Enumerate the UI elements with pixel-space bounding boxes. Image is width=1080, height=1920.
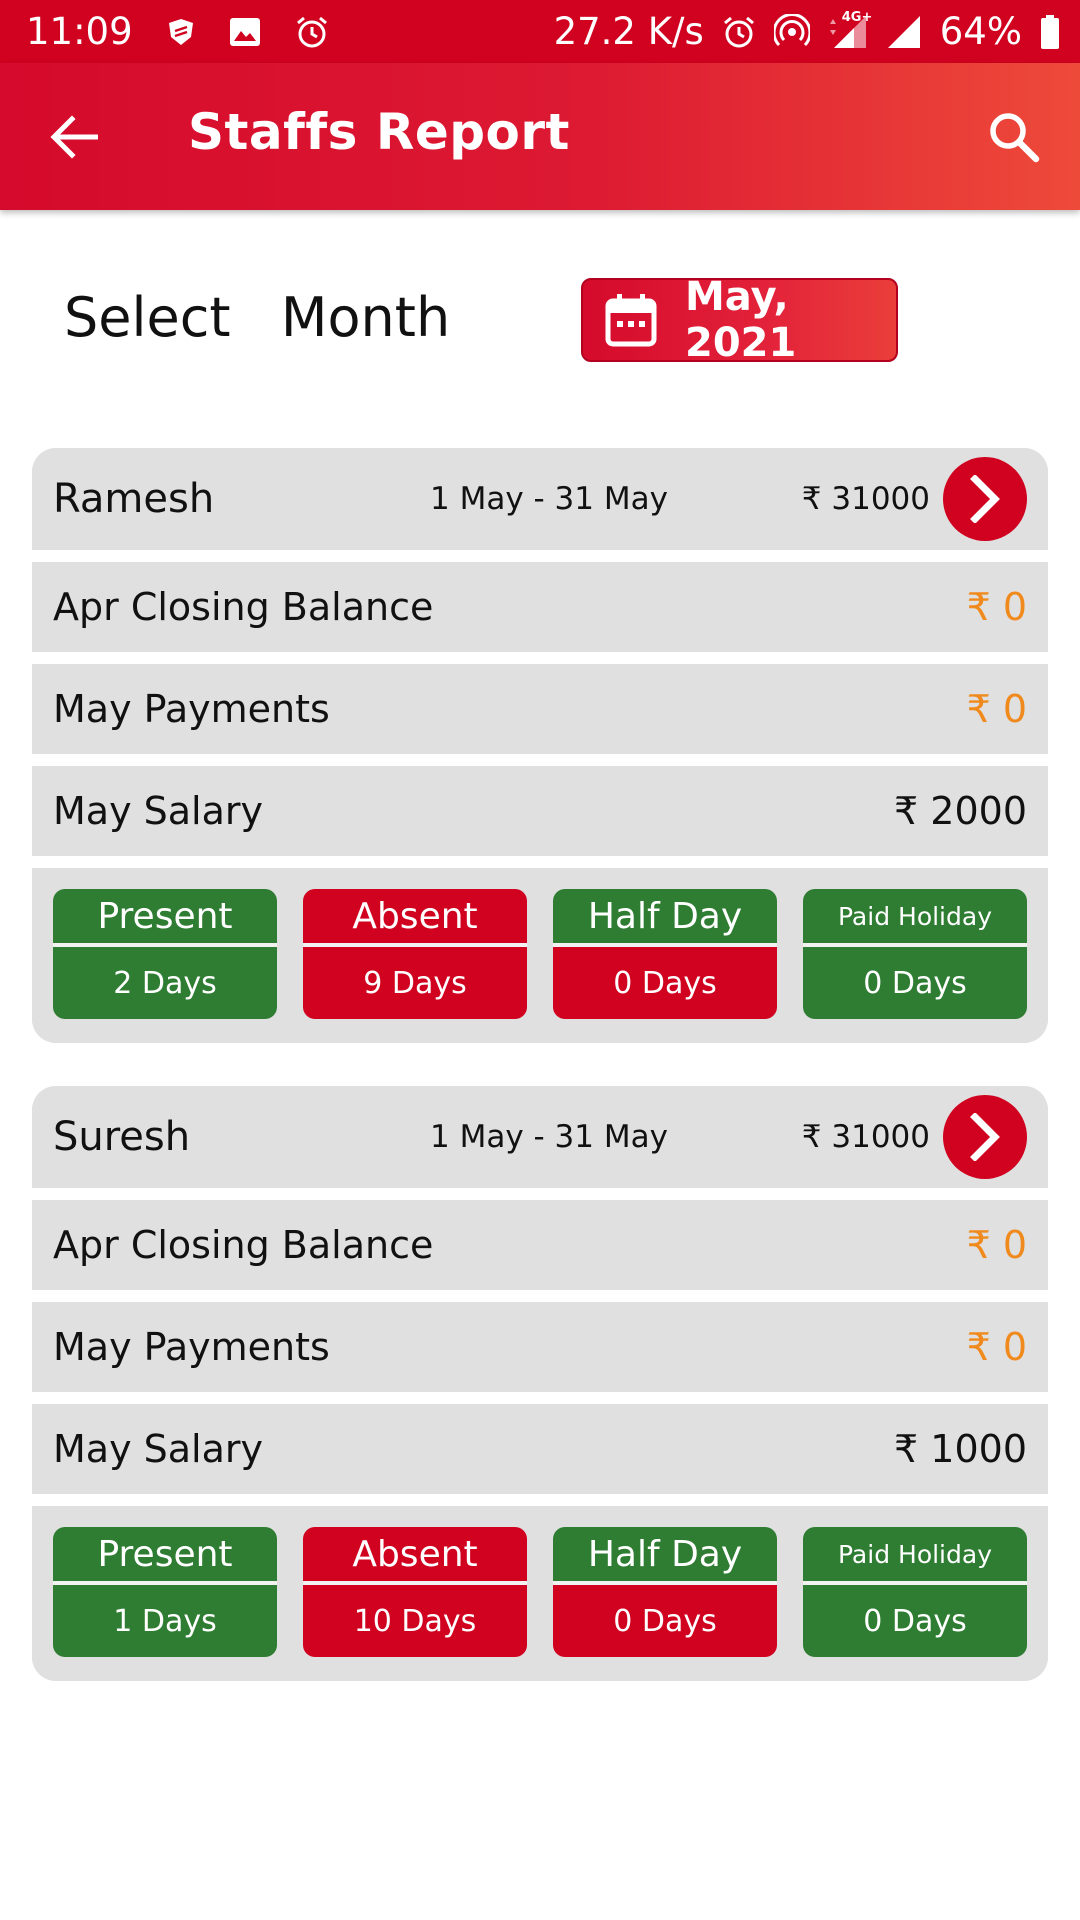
- divider: [32, 754, 1048, 766]
- selected-month: May, 2021: [685, 274, 797, 366]
- back-arrow-icon[interactable]: [44, 107, 104, 167]
- closing-balance-label: Apr Closing Balance: [53, 1223, 434, 1267]
- signal-icon: 4G+: [828, 10, 872, 50]
- payments-label: May Payments: [53, 1325, 330, 1369]
- payments-value: ₹ 0: [966, 687, 1027, 731]
- salary-value: ₹ 1000: [894, 1427, 1027, 1471]
- shield-icon: [167, 17, 195, 47]
- attendance-present: Present 1 Days: [53, 1527, 277, 1657]
- divider: [32, 1290, 1048, 1302]
- attendance-paid-holiday: Paid Holiday 0 Days: [803, 889, 1027, 1019]
- staff-amount: ₹ 31000: [801, 481, 930, 517]
- attendance-label: Half Day: [553, 889, 777, 943]
- closing-balance-label: Apr Closing Balance: [53, 585, 434, 629]
- attendance-value: 0 Days: [803, 1585, 1027, 1657]
- salary-label: May Salary: [53, 1427, 264, 1471]
- divider: [32, 1188, 1048, 1200]
- attendance-label: Paid Holiday: [803, 1527, 1027, 1581]
- alarm-icon: [295, 15, 329, 49]
- staff-period: 1 May - 31 May: [430, 481, 668, 517]
- network-speed: 27.2 K/s: [553, 10, 704, 53]
- attendance-present: Present 2 Days: [53, 889, 277, 1019]
- staff-period: 1 May - 31 May: [430, 1119, 668, 1155]
- divider: [32, 1494, 1048, 1506]
- search-icon[interactable]: [982, 105, 1046, 169]
- chevron-right-icon: [970, 475, 1000, 523]
- attendance-absent: Absent 10 Days: [303, 1527, 527, 1657]
- attendance-half-day: Half Day 0 Days: [553, 1527, 777, 1657]
- attendance-half-day: Half Day 0 Days: [553, 889, 777, 1019]
- attendance-label: Absent: [303, 889, 527, 943]
- attendance-value: 9 Days: [303, 947, 527, 1019]
- calendar-icon: [605, 293, 657, 347]
- closing-balance-value: ₹ 0: [966, 585, 1027, 629]
- closing-balance-row: Apr Closing Balance ₹ 0: [32, 1200, 1048, 1290]
- divider: [32, 856, 1048, 868]
- divider: [32, 652, 1048, 664]
- attendance-label: Half Day: [553, 1527, 777, 1581]
- salary-row: May Salary ₹ 1000: [32, 1404, 1048, 1494]
- payments-value: ₹ 0: [966, 1325, 1027, 1369]
- staff-header-row: Suresh 1 May - 31 May ₹ 31000: [32, 1086, 1048, 1188]
- hotspot-icon: [773, 13, 810, 50]
- page-title: Staffs Report: [188, 103, 570, 161]
- battery-level: 64%: [939, 10, 1022, 53]
- attendance-row: Present 2 Days Absent 9 Days Half Day 0 …: [32, 868, 1048, 1043]
- status-bar: 11:09 27.2 K/s 4G+ 64%: [0, 0, 1080, 63]
- attendance-value: 10 Days: [303, 1585, 527, 1657]
- attendance-label: Present: [53, 1527, 277, 1581]
- salary-value: ₹ 2000: [894, 789, 1027, 833]
- status-time: 11:09: [26, 10, 133, 53]
- attendance-label: Present: [53, 889, 277, 943]
- attendance-value: 0 Days: [553, 947, 777, 1019]
- staff-header-row: Ramesh 1 May - 31 May ₹ 31000: [32, 448, 1048, 550]
- staff-detail-button[interactable]: [943, 457, 1027, 541]
- attendance-row: Present 1 Days Absent 10 Days Half Day 0…: [32, 1506, 1048, 1681]
- divider: [32, 1392, 1048, 1404]
- attendance-value: 0 Days: [803, 947, 1027, 1019]
- closing-balance-row: Apr Closing Balance ₹ 0: [32, 562, 1048, 652]
- app-bar: Staffs Report: [0, 63, 1080, 210]
- payments-row: May Payments ₹ 0: [32, 664, 1048, 754]
- attendance-absent: Absent 9 Days: [303, 889, 527, 1019]
- closing-balance-value: ₹ 0: [966, 1223, 1027, 1267]
- staff-name: Ramesh: [53, 476, 215, 522]
- attendance-value: 2 Days: [53, 947, 277, 1019]
- salary-row: May Salary ₹ 2000: [32, 766, 1048, 856]
- payments-label: May Payments: [53, 687, 330, 731]
- attendance-label: Absent: [303, 1527, 527, 1581]
- network-type: 4G+: [841, 9, 873, 25]
- attendance-label: Paid Holiday: [803, 889, 1027, 943]
- chevron-right-icon: [970, 1113, 1000, 1161]
- divider: [32, 550, 1048, 562]
- staff-name: Suresh: [53, 1114, 191, 1160]
- attendance-value: 0 Days: [553, 1585, 777, 1657]
- attendance-paid-holiday: Paid Holiday 0 Days: [803, 1527, 1027, 1657]
- staff-card: Suresh 1 May - 31 May ₹ 31000 Apr Closin…: [32, 1086, 1048, 1681]
- battery-icon: [1040, 14, 1060, 50]
- image-icon: [229, 17, 261, 47]
- select-month-label: Select Month: [64, 286, 451, 349]
- payments-row: May Payments ₹ 0: [32, 1302, 1048, 1392]
- attendance-value: 1 Days: [53, 1585, 277, 1657]
- month-picker-button[interactable]: May, 2021: [581, 274, 898, 366]
- alarm-icon: [722, 15, 756, 49]
- salary-label: May Salary: [53, 789, 264, 833]
- staff-card: Ramesh 1 May - 31 May ₹ 31000 Apr Closin…: [32, 448, 1048, 1043]
- staff-detail-button[interactable]: [943, 1095, 1027, 1179]
- signal-icon: [886, 14, 922, 50]
- staff-amount: ₹ 31000: [801, 1119, 930, 1155]
